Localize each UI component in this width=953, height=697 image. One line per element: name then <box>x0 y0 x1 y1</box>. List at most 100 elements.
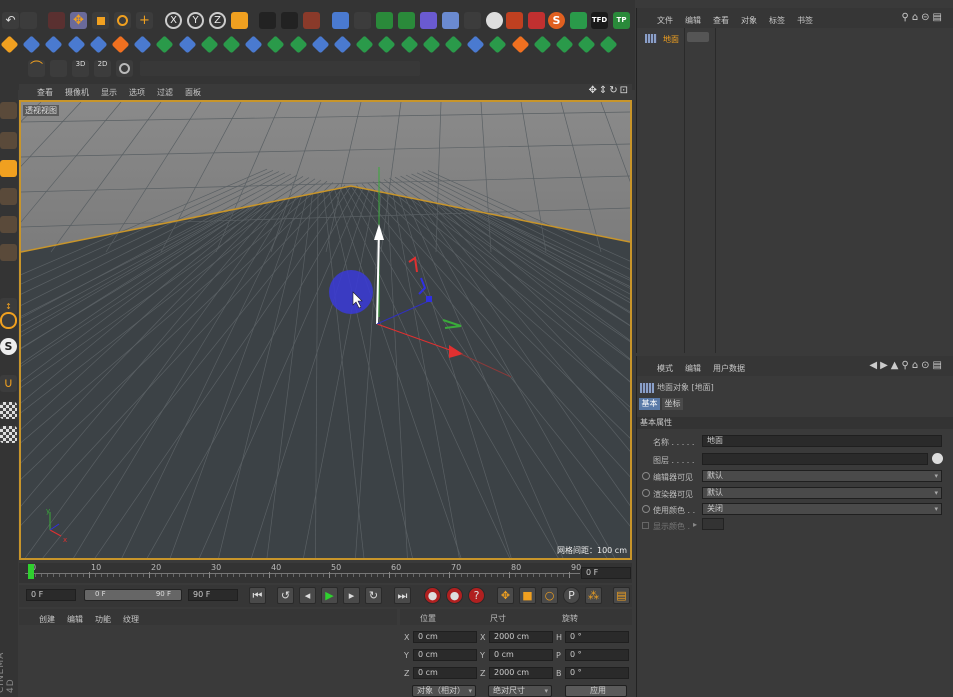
visibility-column[interactable] <box>687 32 709 42</box>
plugin-tool-icon-20[interactable] <box>444 35 463 54</box>
settings-gear-icon[interactable] <box>570 12 587 29</box>
layer-field[interactable] <box>702 453 928 465</box>
use-color-dropdown[interactable]: 关闭 <box>702 503 942 515</box>
checker-2-icon[interactable] <box>0 426 17 443</box>
rot-b-field[interactable]: 0 ° <box>565 667 629 679</box>
pos-x-field[interactable]: 0 cm <box>413 631 477 643</box>
timeline-playhead[interactable] <box>28 564 34 579</box>
s-plugin-icon[interactable]: S <box>548 12 565 29</box>
deformer-icon[interactable] <box>420 12 437 29</box>
editor-visible-radio[interactable] <box>642 472 650 480</box>
plugin-tool-icon-17[interactable] <box>377 35 396 54</box>
model-mode-icon[interactable] <box>0 132 17 149</box>
viewport-menu-item-4[interactable]: 过滤 <box>157 88 173 97</box>
floor-object-icon[interactable] <box>442 12 459 29</box>
plugin-tool-icon-7[interactable] <box>155 35 174 54</box>
redo-icon[interactable] <box>20 12 37 29</box>
viewport-menu-item-5[interactable]: 面板 <box>185 88 201 97</box>
viewport-nav-icons[interactable]: ✥⇕↻⊡ <box>588 85 630 96</box>
apply-button[interactable]: 应用 <box>565 685 627 697</box>
play-icon[interactable]: ▶ <box>321 587 338 604</box>
size-z-field[interactable]: 2000 cm <box>489 667 553 679</box>
plugin-tool-icon-11[interactable] <box>244 35 263 54</box>
tab-basic[interactable]: 基本 <box>639 398 660 410</box>
plugin-tool-icon-12[interactable] <box>266 35 285 54</box>
plugin-tool-icon-5[interactable] <box>111 35 130 54</box>
plugin-tool-icon-27[interactable] <box>599 35 618 54</box>
render-visible-dropdown[interactable]: 默认 <box>702 487 942 499</box>
plugin-tool-icon-22[interactable] <box>488 35 507 54</box>
editor-visible-dropdown[interactable]: 默认 <box>702 470 942 482</box>
magnet-icon[interactable]: ⌒ <box>28 60 45 77</box>
objects-toolbar-icons[interactable]: ⚲⌂⊝▤ <box>902 12 946 23</box>
snap-icon[interactable] <box>50 60 67 77</box>
workplane-icon[interactable] <box>116 60 133 77</box>
pos-y-field[interactable]: 0 cm <box>413 649 477 661</box>
use-color-radio[interactable] <box>642 505 650 513</box>
multi-tool-icon[interactable]: + <box>136 12 153 29</box>
auto-keying-icon[interactable]: ● <box>446 587 463 604</box>
plugin-tool-icon-18[interactable] <box>400 35 419 54</box>
plugin-tool-icon-13[interactable] <box>289 35 308 54</box>
keyframe-selection-icon[interactable]: ? <box>468 587 485 604</box>
spline-pen-icon[interactable] <box>354 12 371 29</box>
viewport-menu-item-0[interactable]: 查看 <box>37 88 53 97</box>
go-to-start-icon[interactable]: ⏮ <box>249 587 266 604</box>
checker-icon[interactable] <box>0 402 17 419</box>
make-editable-icon[interactable] <box>0 102 17 119</box>
attributes-menu-item-0[interactable]: 模式 <box>657 364 673 373</box>
camera-icon[interactable] <box>464 12 481 29</box>
plugin-tool-icon-23[interactable] <box>511 35 530 54</box>
plugin-tool-icon-4[interactable] <box>89 35 108 54</box>
material-menu-item-0[interactable]: 创建 <box>39 615 55 624</box>
plugin-tool-icon-21[interactable] <box>466 35 485 54</box>
objects-menu-item-3[interactable]: 对象 <box>741 16 757 25</box>
rot-h-field[interactable]: 0 ° <box>565 631 629 643</box>
render-view-icon[interactable] <box>259 12 276 29</box>
size-x-field[interactable]: 2000 cm <box>489 631 553 643</box>
plugin-tool-icon-8[interactable] <box>178 35 197 54</box>
plugin-tool-icon-0[interactable] <box>0 35 19 54</box>
previous-key-icon[interactable]: ↺ <box>277 587 294 604</box>
viewport-canvas[interactable]: y x <box>21 102 630 558</box>
timeline[interactable]: 0102030405060708090 0 F <box>19 563 632 583</box>
viewport-menu-item-3[interactable]: 选项 <box>129 88 145 97</box>
render-settings-icon[interactable] <box>303 12 320 29</box>
go-to-end-icon[interactable]: ⏭ <box>394 587 411 604</box>
plugin-tool-icon-14[interactable] <box>311 35 330 54</box>
end-frame-field[interactable]: 90 F <box>188 589 238 601</box>
coordinate-system-icon[interactable] <box>231 12 248 29</box>
render-picture-viewer-icon[interactable] <box>281 12 298 29</box>
coordinate-mode-dropdown[interactable]: 对象（相对） <box>412 685 476 697</box>
rotate-tool-icon[interactable] <box>114 12 131 29</box>
name-field[interactable]: 地面 <box>702 435 942 447</box>
material-menu-item-2[interactable]: 功能 <box>95 615 111 624</box>
plugin-tool-icon-6[interactable] <box>133 35 152 54</box>
pla-key-icon[interactable]: ⁂ <box>585 587 602 604</box>
material-menu-item-1[interactable]: 编辑 <box>67 615 83 624</box>
snap-3d-icon[interactable]: 3D <box>72 60 89 77</box>
magnet-left-icon[interactable]: ∪ <box>0 375 17 392</box>
plugin-tool-icon-15[interactable] <box>333 35 352 54</box>
range-slider[interactable]: 0 F 90 F <box>84 589 182 601</box>
points-mode-icon[interactable] <box>0 188 17 205</box>
polygons-mode-icon[interactable] <box>0 244 17 261</box>
pos-z-field[interactable]: 0 cm <box>413 667 477 679</box>
edges-mode-icon[interactable] <box>0 216 17 233</box>
current-frame-field[interactable]: 0 F <box>581 567 631 579</box>
tp-plugin-icon[interactable]: TP <box>613 12 630 29</box>
render-visible-radio[interactable] <box>642 489 650 497</box>
plugin-tool-icon-24[interactable] <box>533 35 552 54</box>
array-generator-icon[interactable] <box>398 12 415 29</box>
start-frame-field[interactable]: 0 F <box>26 589 76 601</box>
viewport[interactable]: y x 透视视图 网格间距：100 cm <box>19 100 632 560</box>
plugin-tool-icon-25[interactable] <box>555 35 574 54</box>
plugin-tool-icon-16[interactable] <box>355 35 374 54</box>
light-icon[interactable] <box>486 12 503 29</box>
cube-object-icon[interactable] <box>332 12 349 29</box>
plugin-tool-icon-1[interactable] <box>22 35 41 54</box>
attributes-menu-item-1[interactable]: 编辑 <box>685 364 701 373</box>
tfd-plugin-icon[interactable]: TFD <box>591 12 608 29</box>
parameter-key-icon[interactable]: P <box>563 587 580 604</box>
previous-frame-icon[interactable]: ◂ <box>299 587 316 604</box>
